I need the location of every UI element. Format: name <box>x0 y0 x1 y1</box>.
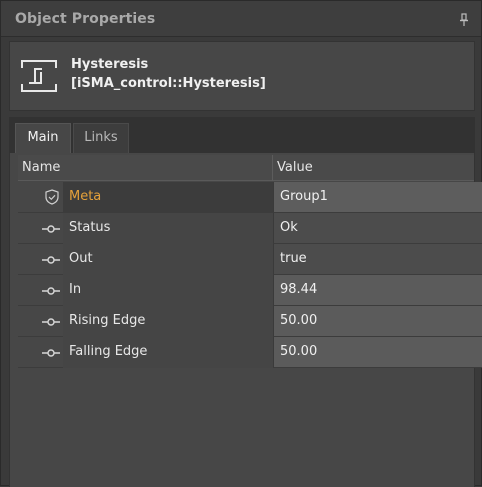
column-divider[interactable] <box>272 155 273 181</box>
property-value-status[interactable]: Ok <box>273 213 482 244</box>
slot-connector-icon <box>40 314 62 328</box>
tab-main[interactable]: Main <box>15 123 71 153</box>
shield-icon <box>40 189 62 205</box>
property-value-text: true <box>280 251 307 266</box>
property-row-in[interactable]: In 98.44 <box>18 275 482 306</box>
properties-grid: Name Value Meta Group1 Status Ok Out tru… <box>9 153 482 487</box>
property-label: Out <box>69 251 93 266</box>
name-cell: Rising Edge <box>18 306 273 337</box>
property-row-meta[interactable]: Meta Group1 <box>18 182 482 213</box>
slot-connector-icon <box>40 221 62 235</box>
property-row-falling-edge[interactable]: Falling Edge 50.00 <box>18 337 482 368</box>
property-row-rising-edge[interactable]: Rising Edge 50.00 <box>18 306 482 337</box>
tab-links[interactable]: Links <box>73 123 129 153</box>
name-cell: In <box>18 275 273 306</box>
property-label: Meta <box>69 189 102 204</box>
pin-icon[interactable] <box>459 12 469 26</box>
property-value-text: 50.00 <box>280 313 318 328</box>
panel-title: Object Properties <box>15 11 156 27</box>
name-cell: Status <box>18 213 273 244</box>
object-properties-panel: Object Properties Hysteresis [iSMA_contr… <box>0 0 482 487</box>
column-header-value[interactable]: Value <box>277 160 313 175</box>
name-cell: Meta <box>18 182 273 213</box>
name-cell: Falling Edge <box>18 337 273 368</box>
object-header: Hysteresis [iSMA_control::Hysteresis] <box>9 41 475 111</box>
property-value-rising-edge[interactable]: 50.00 <box>273 306 482 337</box>
property-label: Rising Edge <box>69 313 146 328</box>
property-value-falling-edge[interactable]: 50.00 <box>273 337 482 368</box>
slot-connector-icon <box>40 283 62 297</box>
property-label: Status <box>69 220 111 235</box>
object-type: [iSMA_control::Hysteresis] <box>71 76 266 91</box>
slot-connector-icon <box>40 345 62 359</box>
property-row-status[interactable]: Status Ok <box>18 213 482 244</box>
name-cell: Out <box>18 244 273 275</box>
property-value-text: Group1 <box>280 189 328 204</box>
property-value-text: 98.44 <box>280 282 318 297</box>
column-header-name[interactable]: Name <box>22 160 60 175</box>
property-label: Falling Edge <box>69 344 148 359</box>
property-row-out[interactable]: Out true <box>18 244 482 275</box>
property-value-text: Ok <box>280 220 298 235</box>
panel-titlebar: Object Properties <box>1 1 481 37</box>
grid-empty-area <box>18 371 474 487</box>
grid-header: Name Value <box>18 155 474 181</box>
property-label: In <box>69 282 82 297</box>
object-name: Hysteresis <box>71 57 149 72</box>
slot-connector-icon <box>40 252 62 266</box>
hysteresis-icon <box>19 58 59 94</box>
tab-bar: Main Links <box>9 117 475 153</box>
property-value-out[interactable]: true <box>273 244 482 275</box>
property-value-text: 50.00 <box>280 344 318 359</box>
property-value-in[interactable]: 98.44 <box>273 275 482 306</box>
property-value-meta[interactable]: Group1 <box>273 182 482 213</box>
